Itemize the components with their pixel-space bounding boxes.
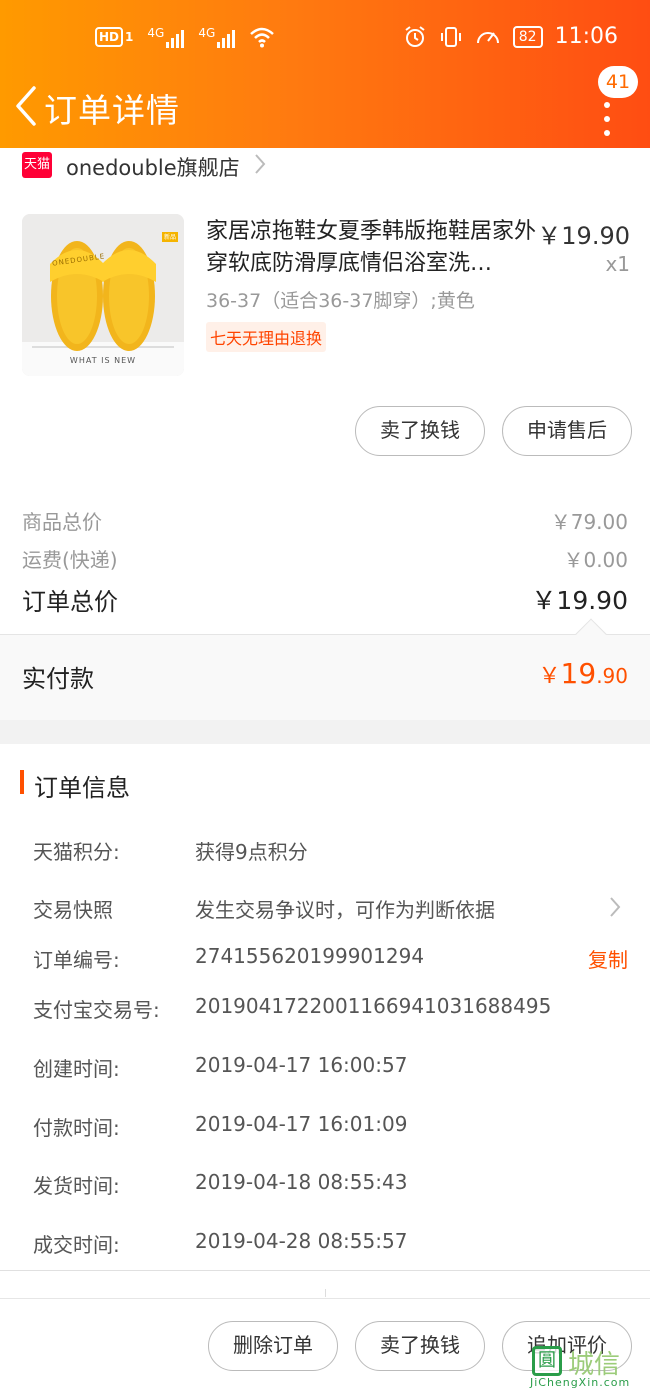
paid-label: 实付款 (22, 665, 94, 693)
wifi-icon (250, 27, 275, 48)
order-total-value: ￥19.90 (531, 586, 628, 615)
product-name[interactable]: 家居凉拖鞋女夏季韩版拖鞋居家外穿软底防滑厚底情侣浴室洗… (206, 216, 536, 280)
points-value: 获得9点积分 (195, 840, 308, 864)
sell-button-bottom[interactable]: 卖了换钱 (355, 1321, 485, 1371)
status-right: 82 11:06 (403, 24, 618, 49)
product-card: ONEDOUBLE 新品 WHAT IS NEW 家居凉拖鞋女夏季韩版拖鞋居家外… (0, 208, 650, 488)
paid-amount-row: 实付款 ￥19.90 (0, 618, 650, 720)
paid-time-row: 付款时间: 2019-04-17 16:01:09 (0, 1112, 650, 1152)
return-policy-tag: 七天无理由退换 (206, 322, 327, 352)
bottom-action-bar: 删除订单 卖了换钱 追加评价 圓 城信 JiChengXin.com (0, 1270, 650, 1390)
done-value: 2019-04-28 08:55:57 (195, 1229, 408, 1253)
copy-button[interactable]: 复制 (588, 944, 628, 973)
shipped-value: 2019-04-18 08:55:43 (195, 1170, 408, 1194)
snapshot-value: 发生交易争议时，可作为判断依据 (195, 898, 495, 922)
paid-integer: 19 (560, 657, 597, 690)
alipay-value: 2019041722001166941031688495 (195, 994, 552, 1018)
order-number-row: 订单编号: 274155620199901294 复制 (0, 944, 650, 984)
product-image-caption: WHAT IS NEW (69, 356, 137, 365)
shipping-value: ￥0.00 (563, 548, 628, 572)
slipper-illustration (22, 214, 184, 376)
after-sale-button[interactable]: 申请售后 (502, 406, 632, 456)
network-type-label-2: 4G (198, 26, 216, 40)
watermark-sub: JiChengXin.com (530, 1376, 631, 1389)
status-time: 11:06 (554, 24, 618, 49)
done-label: 成交时间: (33, 1233, 120, 1257)
chevron-right-icon (255, 154, 266, 174)
product-sku: 36-37（适合36-37脚穿）;黄色 (206, 290, 475, 312)
shipped-label: 发货时间: (33, 1174, 120, 1198)
product-image-corner: 新品 (163, 234, 176, 241)
network-type-label: 4G (147, 26, 165, 40)
order-info-section: 订单信息 天猫积分: 获得9点积分 交易快照 发生交易争议时，可作为判断依据 订… (0, 744, 650, 1270)
nav-bar: 订单详情 41 (0, 66, 650, 148)
created-value: 2019-04-17 16:00:57 (195, 1053, 408, 1077)
more-menu-icon[interactable] (604, 102, 612, 136)
order-info-title: 订单信息 (34, 774, 130, 802)
status-left: HD 1 4G 4G (95, 26, 275, 48)
message-count-badge[interactable]: 41 (598, 66, 638, 98)
signal-icon: 4G (147, 26, 185, 48)
watermark-logo: 圓 城信 JiChengXin.com (528, 1344, 646, 1389)
section-accent-bar (20, 770, 24, 794)
signal-icon-2: 4G (198, 26, 236, 48)
alarm-icon (405, 25, 425, 47)
price-summary: 商品总价 ￥79.00 运费(快递) ￥0.00 订单总价 ￥19.90 (0, 488, 650, 634)
created-row: 创建时间: 2019-04-17 16:00:57 (0, 1053, 650, 1093)
page-title: 订单详情 (44, 91, 180, 130)
order-total-label: 订单总价 (22, 588, 118, 616)
vibrate-icon (440, 26, 461, 47)
paid-decimal: .90 (596, 664, 628, 688)
paid-time-value: 2019-04-17 16:01:09 (195, 1112, 408, 1136)
sim-mark: 1 (125, 30, 134, 44)
created-label: 创建时间: (33, 1057, 120, 1081)
product-image[interactable]: ONEDOUBLE 新品 WHAT IS NEW (22, 214, 184, 376)
alipay-row: 支付宝交易号: 2019041722001166941031688495 (0, 994, 650, 1034)
store-name[interactable]: onedouble旗舰店 (66, 152, 240, 182)
order-number-value: 274155620199901294 (195, 944, 425, 968)
watermark-box: 圓 (532, 1346, 562, 1376)
sell-button[interactable]: 卖了换钱 (355, 406, 485, 456)
product-price: ￥19.90 (537, 222, 630, 250)
battery-indicator: 82 (512, 25, 543, 48)
points-row: 天猫积分: 获得9点积分 (0, 836, 650, 876)
shipped-row: 发货时间: 2019-04-18 08:55:43 (0, 1170, 650, 1210)
goods-total-label: 商品总价 (22, 510, 102, 534)
tmall-icon: 天猫 (22, 152, 52, 178)
product-quantity: x1 (605, 252, 630, 276)
points-label: 天猫积分: (33, 840, 120, 864)
snapshot-row[interactable]: 交易快照 发生交易争议时，可作为判断依据 (0, 894, 650, 934)
divider-line (0, 1298, 650, 1299)
order-number-label: 订单编号: (33, 948, 120, 972)
chevron-right-icon (610, 897, 621, 917)
paid-currency: ￥ (538, 664, 561, 689)
goods-total-value: ￥79.00 (550, 510, 628, 534)
header: HD 1 4G 4G 82 11:06 订单详情 41 (0, 0, 650, 148)
alipay-label: 支付宝交易号: (33, 998, 160, 1022)
paid-amount: ￥19.90 (539, 657, 628, 690)
done-row: 成交时间: 2019-04-28 08:55:57 (0, 1229, 650, 1269)
paid-time-label: 付款时间: (33, 1116, 120, 1140)
hd-indicator: HD (95, 27, 124, 47)
speed-icon (476, 31, 499, 43)
status-bar: HD 1 4G 4G 82 11:06 (0, 0, 650, 76)
delete-order-button[interactable]: 删除订单 (208, 1321, 338, 1371)
store-row[interactable]: 天猫 onedouble旗舰店 (0, 148, 650, 208)
divider (325, 1289, 326, 1297)
snapshot-label: 交易快照 (33, 898, 113, 922)
shipping-label: 运费(快递) (22, 548, 118, 572)
